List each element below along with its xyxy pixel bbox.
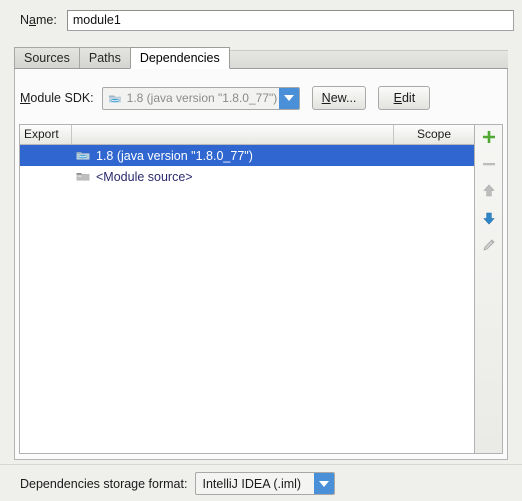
- module-sdk-row: Module SDK: 1.8 (java version "1.8.0_77"…: [15, 84, 507, 112]
- name-row: Name:: [0, 0, 522, 40]
- storage-format-label: Dependencies storage format:: [20, 476, 188, 491]
- tab-bar: Sources Paths Dependencies: [14, 47, 508, 69]
- table-row-label: 1.8 (java version "1.8.0_77"): [96, 148, 253, 163]
- module-sdk-label-mnemonic: M: [20, 91, 31, 105]
- move-up-button[interactable]: [478, 181, 500, 203]
- dependencies-table-header: Export Scope: [20, 125, 474, 145]
- new-sdk-button-label: ew...: [330, 91, 357, 105]
- edit-button[interactable]: [478, 235, 500, 257]
- java-sdk-icon: [108, 92, 122, 105]
- pencil-icon: [481, 237, 497, 256]
- name-label-post: me:: [35, 13, 57, 27]
- column-header-export[interactable]: Export: [20, 125, 72, 144]
- tab-sources[interactable]: Sources: [14, 47, 79, 68]
- remove-button[interactable]: [478, 154, 500, 176]
- tab-bar-filler: [229, 50, 508, 68]
- add-button[interactable]: [478, 127, 500, 149]
- new-sdk-button[interactable]: New...: [311, 86, 367, 110]
- tab-dependencies[interactable]: Dependencies: [129, 47, 230, 69]
- name-label-mnemonic: a: [29, 13, 36, 27]
- move-down-button[interactable]: [478, 208, 500, 230]
- module-sdk-combobox[interactable]: 1.8 (java version "1.8.0_77"): [101, 86, 300, 110]
- plus-icon: [481, 129, 497, 148]
- dependencies-panel: Module SDK: 1.8 (java version "1.8.0_77"…: [14, 69, 508, 460]
- storage-format-combobox[interactable]: IntelliJ IDEA (.iml): [195, 472, 336, 495]
- storage-format-value: IntelliJ IDEA (.iml): [202, 476, 302, 491]
- dependencies-toolbar: [475, 124, 503, 454]
- arrow-down-icon: [481, 210, 497, 229]
- module-source-folder-icon: [76, 171, 90, 183]
- module-sdk-label-post: odule SDK:: [30, 91, 94, 105]
- module-sdk-combobox-value: 1.8 (java version "1.8.0_77"): [126, 91, 278, 105]
- chevron-down-icon[interactable]: [278, 87, 299, 109]
- arrow-up-icon: [481, 183, 497, 202]
- name-label: Name:: [20, 13, 57, 27]
- bottom-divider: [0, 464, 522, 465]
- table-row-label: <Module source>: [96, 169, 193, 184]
- module-sdk-label: Module SDK:: [20, 91, 94, 105]
- chevron-down-icon[interactable]: [314, 473, 335, 494]
- edit-sdk-button[interactable]: Edit: [378, 86, 431, 110]
- dependencies-table-area: Export Scope 1.8 (java version "1.8.0_77…: [19, 124, 503, 454]
- module-name-input[interactable]: [66, 9, 514, 31]
- module-sdk-combobox-value-wrap: 1.8 (java version "1.8.0_77"): [103, 91, 279, 105]
- edit-sdk-button-mnemonic: E: [393, 91, 402, 105]
- name-label-pre: N: [20, 13, 30, 27]
- column-header-scope[interactable]: Scope: [394, 125, 474, 144]
- jdk-folder-icon: [76, 150, 90, 162]
- table-row[interactable]: 1.8 (java version "1.8.0_77"): [20, 145, 474, 166]
- minus-icon: [481, 156, 497, 175]
- tab-paths[interactable]: Paths: [78, 47, 130, 68]
- edit-sdk-button-label: dit: [401, 91, 416, 105]
- table-row[interactable]: <Module source>: [20, 166, 474, 187]
- dependencies-table: Export Scope 1.8 (java version "1.8.0_77…: [19, 124, 475, 454]
- storage-format-row: Dependencies storage format: IntelliJ ID…: [0, 466, 522, 501]
- column-header-name[interactable]: [72, 125, 394, 144]
- dependencies-table-body: 1.8 (java version "1.8.0_77") <Module so…: [20, 145, 474, 453]
- new-sdk-button-mnemonic: N: [321, 91, 331, 105]
